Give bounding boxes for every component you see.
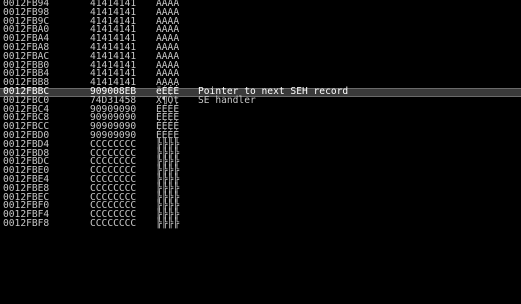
stack-row[interactable]: 0012FBF4 CCCCCCCC ╠╠╠╠ <box>0 210 521 220</box>
stack-row[interactable]: 0012FBD8 CCCCCCCC ╠╠╠╠ <box>0 148 521 159</box>
stack-row[interactable]: 0012FBA8 41414141 AAAA <box>0 43 521 53</box>
stack-row[interactable]: 0012FBE4 CCCCCCCC ╠╠╠╠ <box>0 175 521 185</box>
stack-row[interactable]: 0012FBC4 90909090 ÉÉÉÉ <box>0 104 521 115</box>
stack-rows: 0012FB94 41414141 AAAA 0012FB98 41414141 AAAA… <box>0 0 521 229</box>
stack-row[interactable]: 0012FBA4 41414141 AAAA <box>0 34 521 44</box>
stack-row[interactable]: 0012FBAC 41414141 AAAA <box>0 52 521 62</box>
stack-row[interactable]: 0012FBB0 41414141 AAAA <box>0 60 521 71</box>
stack-row-selected[interactable]: 0012FBBC 909008EB ëÉÉÉ Pointer to next SEH … <box>0 87 521 97</box>
stack-row[interactable]: 0012FBB4 41414141 AAAA <box>0 69 521 79</box>
stack-row[interactable]: 0012FBA0 41414141 AAAA <box>0 25 521 35</box>
stack-row[interactable]: 0012FBE8 CCCCCCCC ╠╠╠╠ <box>0 184 521 194</box>
stack-address: 0012FBF8 <box>3 217 50 229</box>
stack-row[interactable]: 0012FBF8 CCCCCCCC ╠╠╠╠ <box>0 217 521 229</box>
stack-dump-pane[interactable]: 0012FB94 41414141 AAAA 0012FB98 41414141 AAAA… <box>0 0 521 304</box>
stack-row[interactable]: 0012FBCC 90909090 ÉÉÉÉ <box>0 122 521 132</box>
stack-row[interactable]: 0012FBE0 CCCCCCCC ╠╠╠╠ <box>0 166 521 176</box>
stack-row[interactable]: 0012FB9C 41414141 AAAA <box>0 16 521 27</box>
stack-row[interactable]: 0012FBEC CCCCCCCC ╠╠╠╠ <box>0 192 521 203</box>
stack-row[interactable]: 0012FBC0 74D31458 X¶Ót SE handler <box>0 94 521 106</box>
stack-row[interactable]: 0012FB94 41414141 AAAA <box>0 0 521 9</box>
stack-row[interactable]: 0012FB98 41414141 AAAA <box>0 8 521 18</box>
stack-row[interactable]: 0012FBD4 CCCCCCCC ╠╠╠╠ <box>0 140 521 150</box>
stack-row[interactable]: 0012FBC8 90909090 ÉÉÉÉ <box>0 113 521 123</box>
stack-row[interactable]: 0012FBF0 CCCCCCCC ╠╠╠╠ <box>0 201 521 211</box>
stack-row[interactable]: 0012FBDC CCCCCCCC ╠╠╠╠ <box>0 157 521 167</box>
stack-value: CCCCCCCC <box>90 217 137 229</box>
stack-ascii: ╠╠╠╠ <box>156 217 180 229</box>
stack-comment: SE handler <box>198 94 256 106</box>
stack-row[interactable]: 0012FBD0 90909090 ÉÉÉÉ <box>0 131 521 141</box>
